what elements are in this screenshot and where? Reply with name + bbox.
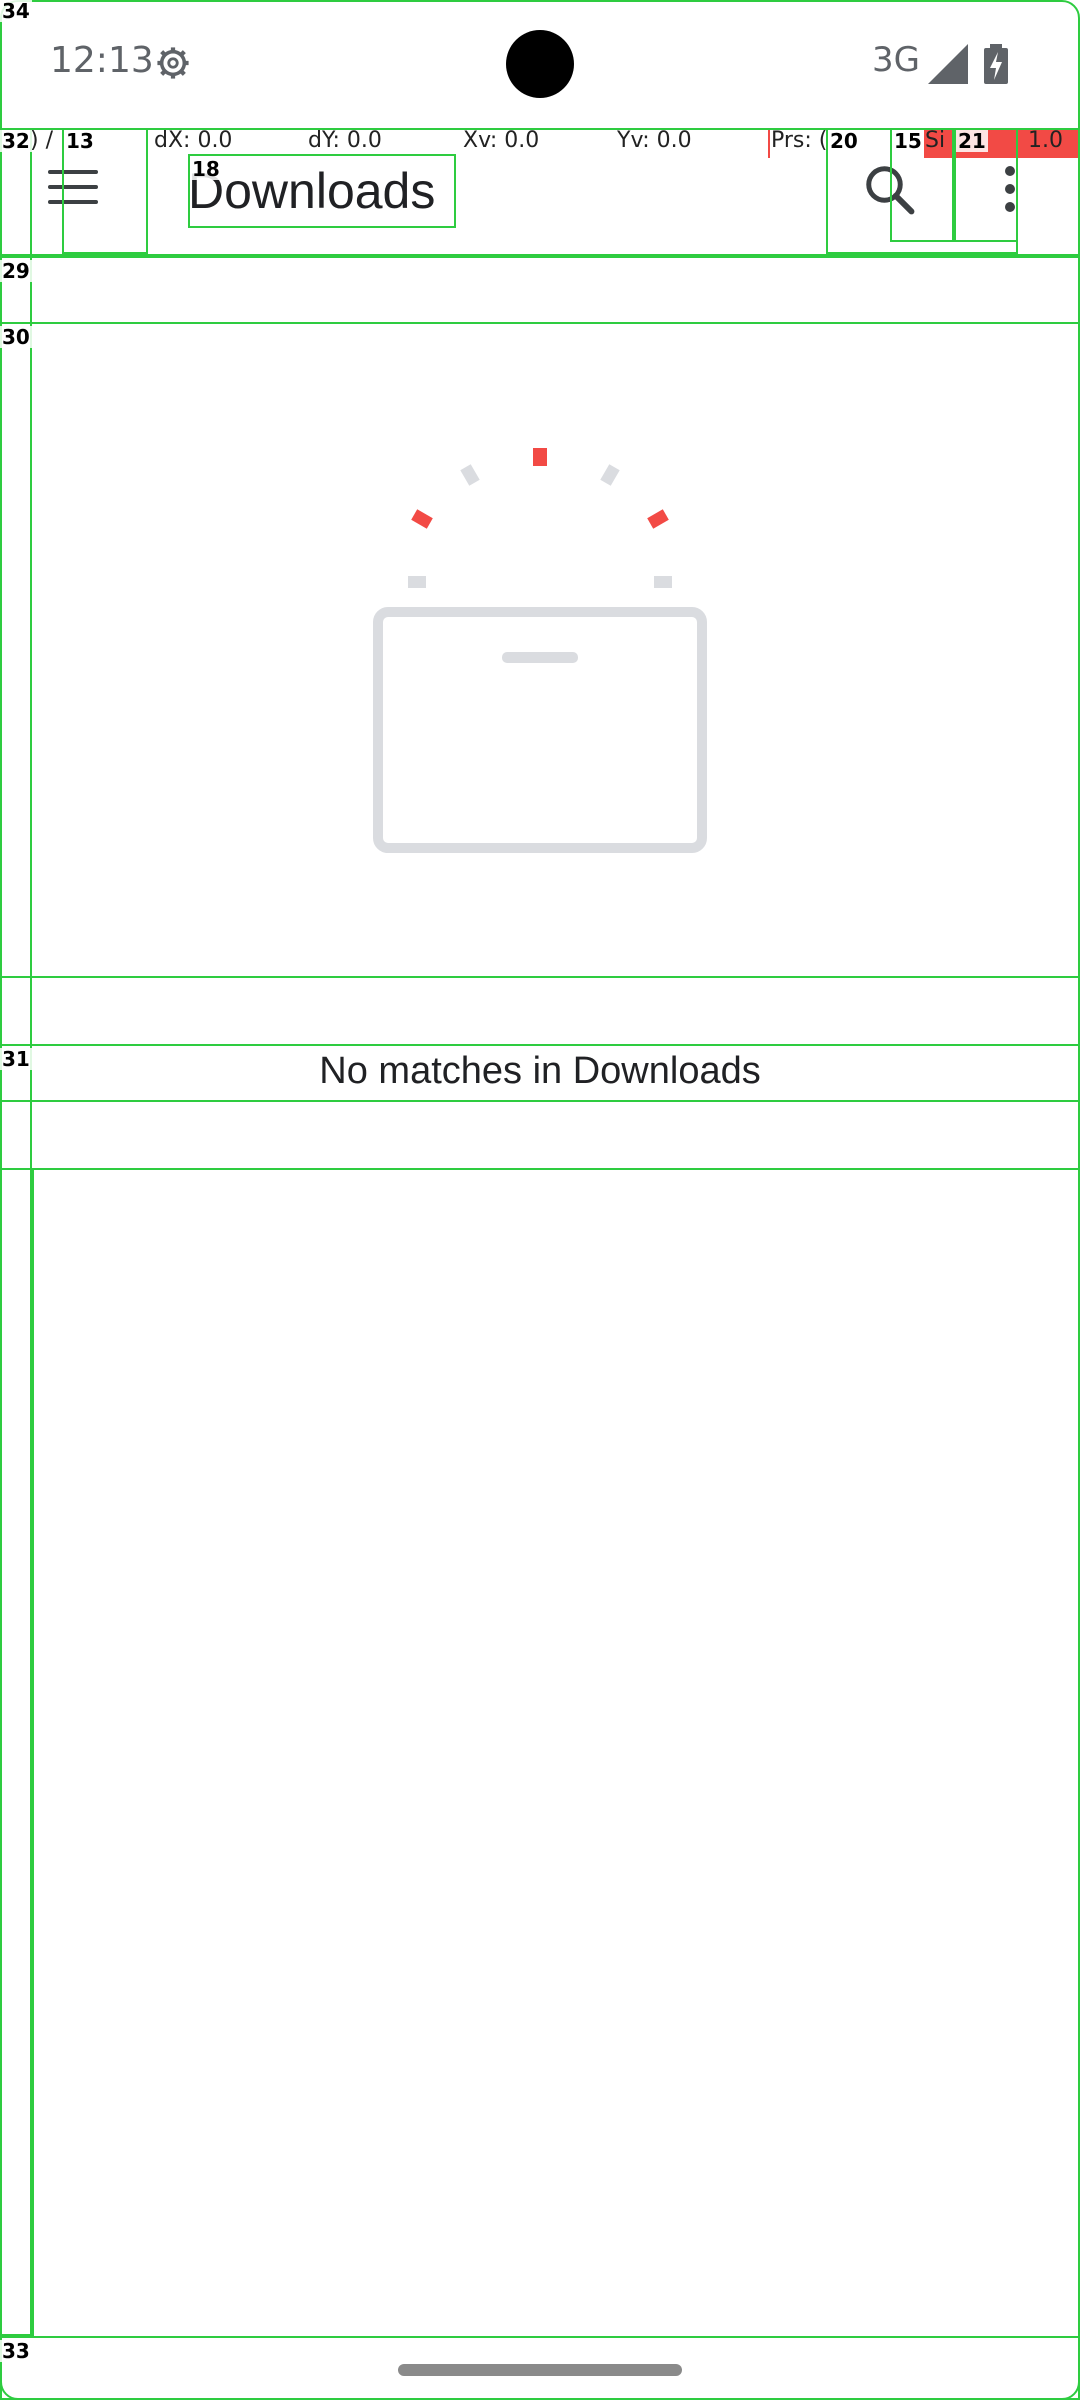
debug-box-row29 — [0, 256, 1080, 324]
debug-tag: 33 — [0, 2339, 32, 2363]
debug-box-title — [188, 154, 456, 228]
debug-tag: 31 — [0, 1047, 32, 1071]
debug-tag: 21 — [956, 129, 988, 153]
debug-tag: 32 — [0, 129, 32, 153]
debug-box-navbar — [0, 2336, 1080, 2400]
debug-tag: 20 — [828, 129, 860, 153]
debug-tag: 30 — [0, 325, 32, 349]
debug-box-spacer2 — [0, 1100, 1080, 1170]
debug-tag: 15 — [892, 129, 924, 153]
debug-tag: 29 — [0, 259, 32, 283]
debug-tag: 34 — [0, 0, 32, 23]
debug-box-row30 — [0, 322, 1080, 978]
debug-tag: 18 — [190, 157, 222, 181]
debug-box-row31 — [0, 1044, 1080, 1102]
debug-tag: 13 — [64, 129, 96, 153]
debug-box-spacer1 — [0, 976, 1080, 1046]
debug-box-content — [32, 1168, 1080, 2338]
